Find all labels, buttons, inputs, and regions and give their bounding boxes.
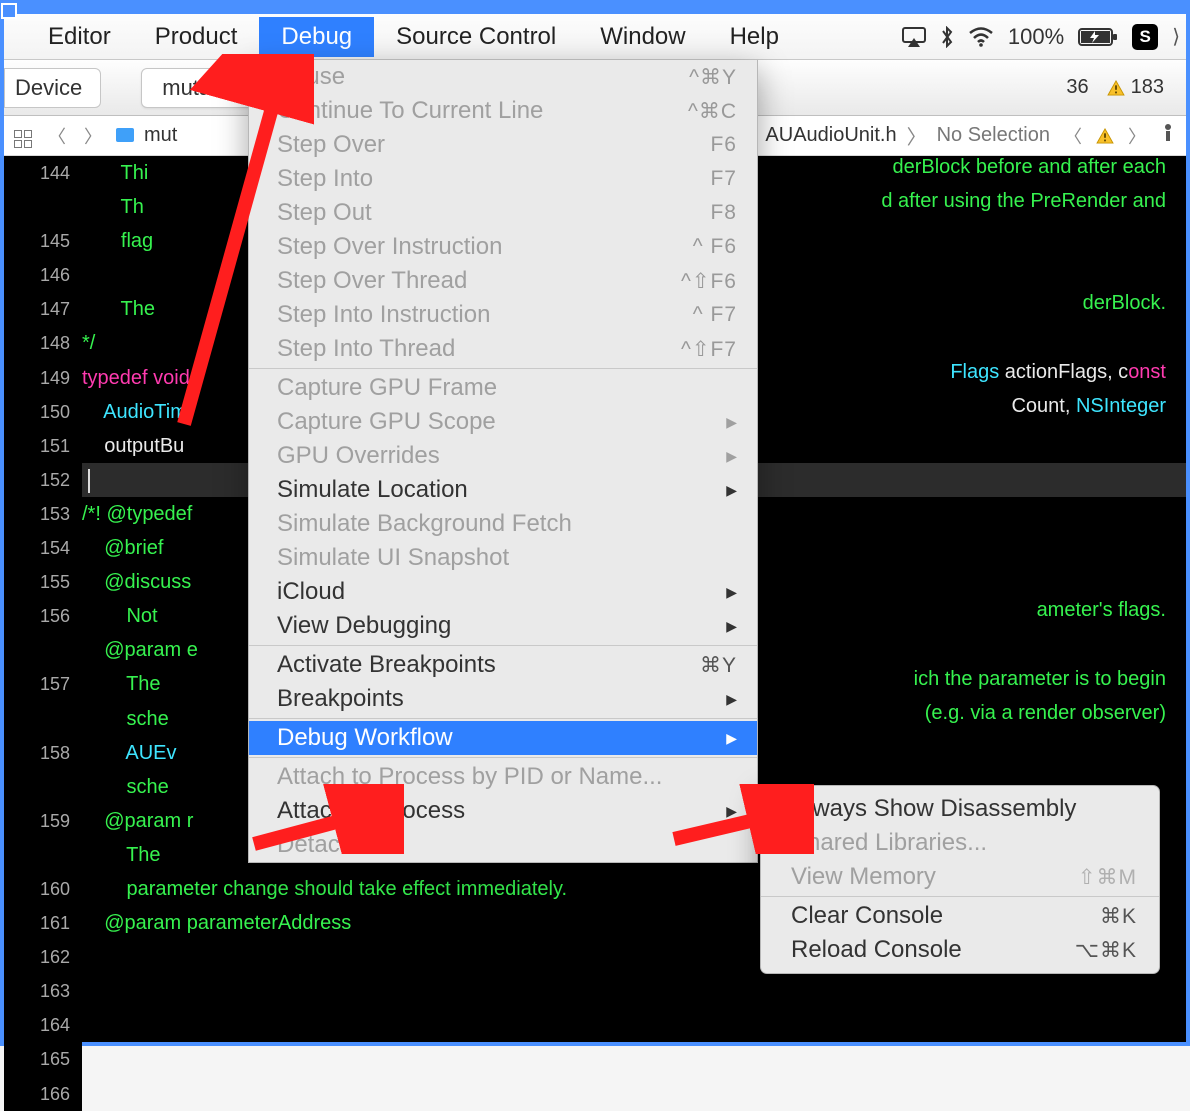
jump-selection[interactable]: No Selection: [937, 124, 1050, 147]
menu-source-control[interactable]: Source Control: [374, 17, 578, 57]
battery-icon[interactable]: [1078, 27, 1118, 47]
debug-menu-item: Attach to Process by PID or Name...: [249, 760, 757, 794]
debug-menu-item: Step Into Instruction^ F7: [249, 298, 757, 332]
debug-menu-item: Step OverF6: [249, 128, 757, 162]
debug-menu-item: Step Into Thread^⇧F7: [249, 332, 757, 366]
workflow-menu-item[interactable]: Reload Console⌥⌘K: [761, 933, 1159, 967]
debug-menu-item: Step IntoF7: [249, 162, 757, 196]
file-icon: [116, 124, 134, 147]
menu-editor[interactable]: Editor: [26, 17, 133, 57]
jump-file-header[interactable]: AUAudioUnit.h: [765, 124, 896, 147]
workflow-menu-item[interactable]: Clear Console⌘K: [761, 899, 1159, 933]
breadcrumb-separator: 〉: [907, 121, 927, 150]
debug-menu-item: Detach: [249, 828, 757, 862]
debug-menu-item[interactable]: Attach to Process: [249, 794, 757, 828]
debug-menu-item[interactable]: Simulate Location: [249, 473, 757, 507]
status-icons: 100% S ⟩: [902, 24, 1186, 50]
menu-help[interactable]: Help: [708, 17, 801, 57]
counterpart-forward[interactable]: 〉: [1124, 123, 1150, 149]
debug-menu-item: Capture GPU Frame: [249, 371, 757, 405]
debug-dropdown[interactable]: Pause^⌘YContinue To Current Line^⌘CStep …: [248, 60, 758, 863]
battery-percentage: 100%: [1008, 24, 1064, 50]
debug-menu-item[interactable]: View Debugging: [249, 609, 757, 643]
debug-menu-item: Simulate Background Fetch: [249, 507, 757, 541]
menubar-overflow-icon[interactable]: ⟩: [1172, 24, 1180, 49]
debug-menu-item: Simulate UI Snapshot: [249, 541, 757, 575]
menu-product[interactable]: Product: [133, 17, 260, 57]
debug-menu-item: Pause^⌘Y: [249, 60, 757, 94]
debug-menu-item: Step Over Thread^⇧F6: [249, 264, 757, 298]
debug-menu-item: Capture GPU Scope: [249, 405, 757, 439]
assistant-icon[interactable]: [1160, 123, 1176, 149]
menu-debug[interactable]: Debug: [259, 17, 374, 57]
debug-menu-item: Step Over Instruction^ F6: [249, 230, 757, 264]
input-method-icon[interactable]: S: [1132, 24, 1158, 50]
workflow-menu-item: Shared Libraries...: [761, 826, 1159, 860]
debug-menu-item: GPU Overrides: [249, 439, 757, 473]
nav-back[interactable]: 〈: [44, 123, 70, 149]
counterpart-back[interactable]: 〈: [1060, 123, 1086, 149]
workflow-menu-item: View Memory⇧⌘M: [761, 860, 1159, 894]
wifi-icon[interactable]: [968, 27, 994, 47]
nav-forward[interactable]: 〉: [80, 123, 106, 149]
issue-count-left[interactable]: 36: [1066, 76, 1088, 99]
issue-count-right[interactable]: 183: [1107, 76, 1164, 99]
debug-workflow-submenu[interactable]: Always Show DisassemblyShared Libraries.…: [760, 785, 1160, 974]
line-number-gutter: 1441451461471481491501511521531541551561…: [4, 156, 82, 1111]
debug-menu-item[interactable]: Debug Workflow: [249, 721, 757, 755]
device-selector[interactable]: Device: [4, 68, 101, 108]
bluetooth-icon[interactable]: [940, 26, 954, 48]
menu-bar: Editor Product Debug Source Control Wind…: [4, 14, 1186, 60]
jump-file-left[interactable]: mut: [144, 124, 177, 147]
workflow-menu-item[interactable]: Always Show Disassembly: [761, 792, 1159, 826]
menu-window[interactable]: Window: [578, 17, 707, 57]
debug-menu-item[interactable]: Breakpoints: [249, 682, 757, 716]
airplay-icon[interactable]: [902, 27, 926, 47]
warning-icon[interactable]: [1096, 128, 1114, 144]
debug-menu-item: Step OutF8: [249, 196, 757, 230]
debug-menu-item: Continue To Current Line^⌘C: [249, 94, 757, 128]
debug-menu-item[interactable]: Activate Breakpoints⌘Y: [249, 648, 757, 682]
debug-menu-item[interactable]: iCloud: [249, 575, 757, 609]
related-items-icon[interactable]: [14, 121, 34, 150]
